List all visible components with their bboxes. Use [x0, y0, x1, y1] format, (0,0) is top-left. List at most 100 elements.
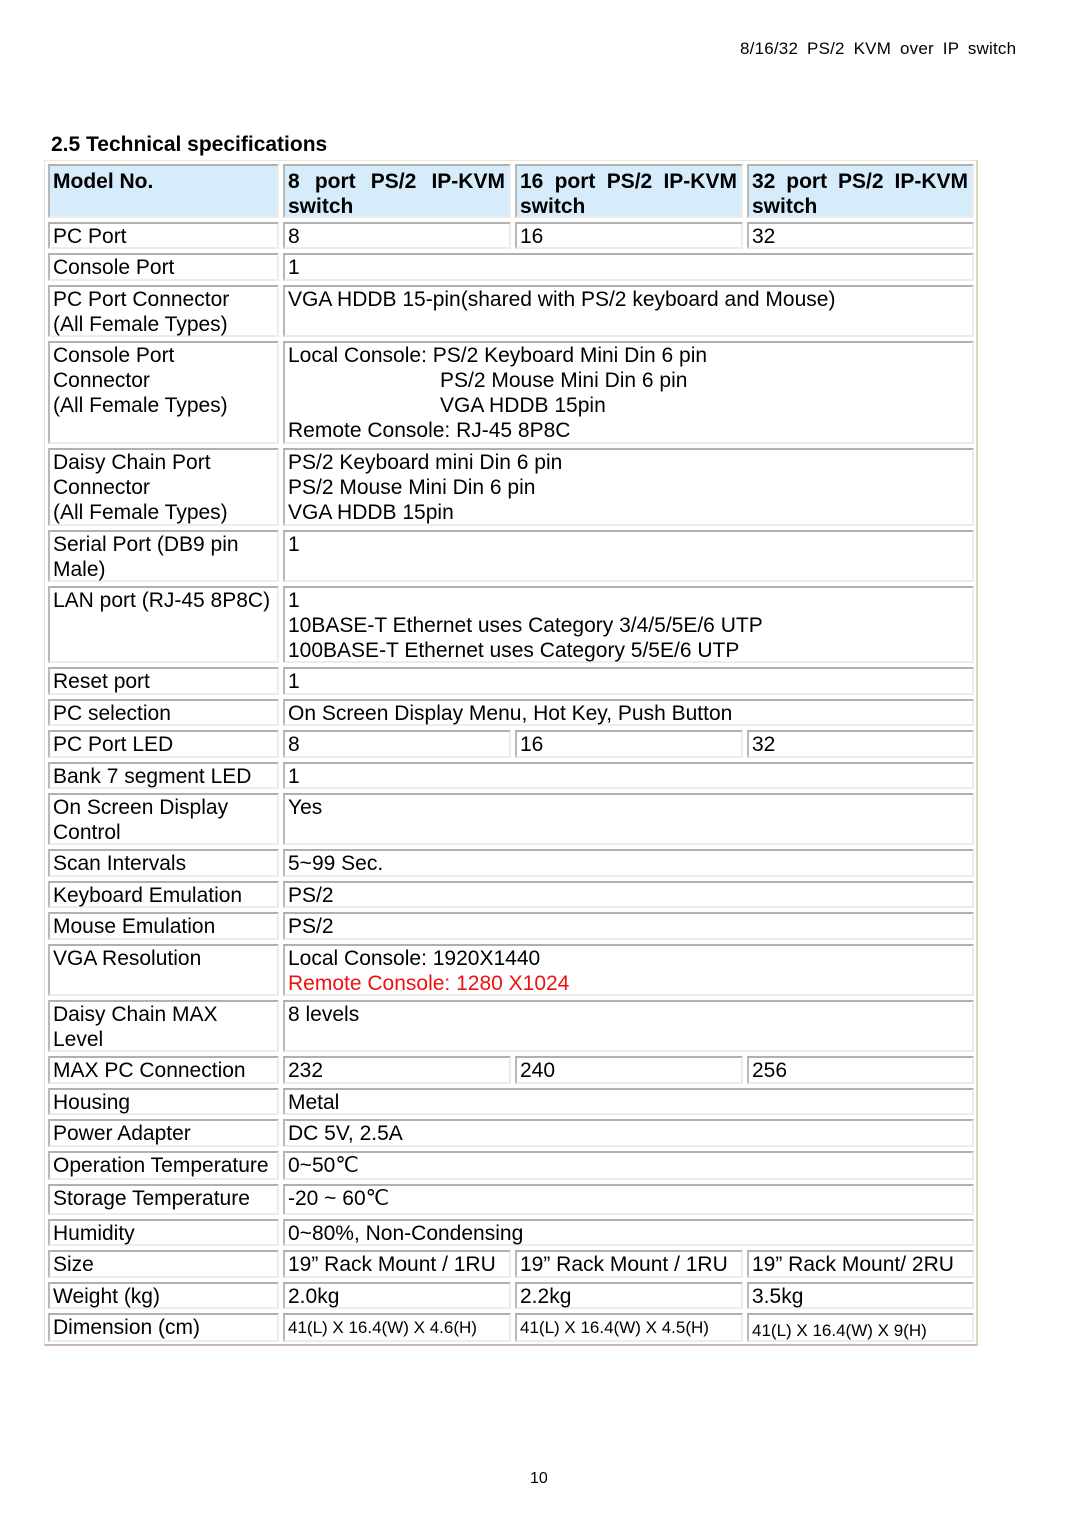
cell-line: 10BASE-T Ethernet uses Category 3/4/5/5E… — [288, 614, 763, 637]
cell-line: 32 — [752, 225, 776, 248]
header-model-word: IP-KVM — [431, 170, 505, 193]
cell-line: 41(L) X 16.4(W) X 4.5(H) — [520, 1318, 709, 1337]
row-value-cell: 2.0kg — [283, 1282, 511, 1309]
cell-line: (All Female Types) — [53, 501, 228, 524]
row-label-cell: Keyboard Emulation — [48, 881, 279, 908]
cell-line: 19” Rack Mount / 1RU — [288, 1253, 496, 1276]
cell-line: 240 — [520, 1059, 556, 1082]
header-model-word: IP-KVM — [894, 170, 968, 193]
cell-line: Model No. — [53, 170, 154, 193]
row-value-cell: 1 — [283, 253, 974, 281]
cell-line: Serial Port (DB9 pin — [53, 533, 239, 556]
cell-line: Connector — [53, 369, 150, 392]
row-value-cell: 41(L) X 16.4(W) X 9(H) — [747, 1313, 974, 1342]
row-label-cell: Mouse Emulation — [48, 912, 279, 940]
cell-line: Reset port — [53, 670, 150, 693]
cell-line: Daisy Chain MAX — [53, 1003, 218, 1026]
cell-line: Remote Console: RJ-45 8P8C — [288, 419, 571, 442]
header-model-cell: 8 port PS/2 IP-KVM switch — [283, 164, 511, 218]
header-model-word: port — [314, 170, 356, 193]
cell-line: (All Female Types) — [53, 313, 228, 336]
row-label-cell: Weight (kg) — [48, 1282, 279, 1309]
cell-line: VGA Resolution — [53, 947, 202, 970]
cell-line: 2.2kg — [520, 1285, 572, 1308]
cell-line: Daisy Chain Port — [53, 451, 211, 474]
header-model-line: 16 port PS/2 IP-KVM — [520, 169, 741, 194]
row-value-cell: PS/2 Keyboard mini Din 6 pin PS/2 Mouse M… — [283, 448, 974, 526]
cell-line: Yes — [288, 796, 323, 819]
cell-line: PC Port — [53, 225, 127, 248]
cell-line: Console Port — [53, 256, 175, 279]
cell-line: Connector — [53, 476, 150, 499]
cell-line: PS/2 Mouse Mini Din 6 pin — [288, 476, 536, 499]
section-title: 2.5 Technical specifications — [51, 133, 328, 156]
row-value-cell: Local Console: PS/2 Keyboard Mini Din 6 … — [283, 341, 974, 444]
row-label-cell: PC Port Connector (All Female Types) — [48, 285, 279, 337]
cell-line: Dimension (cm) — [53, 1316, 201, 1339]
cell-line: VGA HDDB 15pin — [440, 394, 606, 417]
row-label-cell: PC Port LED — [48, 730, 279, 758]
row-value-cell: 0~50℃ — [283, 1151, 974, 1180]
row-label-cell: Storage Temperature — [48, 1184, 279, 1215]
row-label-cell: Daisy Chain MAX Level — [48, 1000, 279, 1052]
cell-line: Scan Intervals — [53, 852, 187, 875]
cell-line: (All Female Types) — [53, 394, 228, 417]
cell-line: PS/2 — [288, 884, 334, 907]
cell-line: Storage Temperature — [53, 1187, 250, 1210]
cell-line: 232 — [288, 1059, 324, 1082]
cell-line: PS/2 Keyboard mini Din 6 pin — [288, 451, 563, 474]
cell-line: 8 — [288, 225, 300, 248]
row-value-cell: 1 — [283, 762, 974, 789]
header-model-word: PS/2 — [838, 170, 884, 193]
cell-line: 100BASE-T Ethernet uses Category 5/5E/6 … — [288, 639, 740, 662]
cell-line: On Screen Display Menu, Hot Key, Push Bu… — [288, 702, 733, 725]
row-value-cell: 8 — [283, 730, 511, 758]
row-value-cell: 32 — [747, 222, 974, 249]
row-value-cell: PS/2 — [283, 912, 974, 940]
row-value-cell: 8 — [283, 222, 511, 249]
row-value-cell: 2.2kg — [515, 1282, 743, 1309]
cell-line: PC Port LED — [53, 733, 174, 756]
cell-line: Bank 7 segment LED — [53, 765, 252, 788]
row-label-cell: Console Port Connector (All Female Types) — [48, 341, 279, 444]
cell-line: Weight (kg) — [53, 1285, 160, 1308]
row-value-cell: DC 5V, 2.5A — [283, 1119, 974, 1147]
row-label-cell: Humidity — [48, 1219, 279, 1246]
row-value-cell: 1 10BASE-T Ethernet uses Category 3/4/5/5… — [283, 586, 974, 663]
running-header: 8/16/32 PS/2 KVM over IP switch — [740, 39, 1017, 58]
row-value-cell: 1 — [283, 667, 974, 695]
cell-line: Remote Console: 1280 X1024 — [288, 972, 570, 995]
row-label-cell: Reset port — [48, 667, 279, 695]
cell-line: LAN port (RJ-45 8P8C) — [53, 589, 271, 612]
cell-line: 1 — [288, 533, 300, 556]
row-label-cell: VGA Resolution — [48, 944, 279, 996]
row-label-cell: PC selection — [48, 699, 279, 726]
cell-line: Male) — [53, 558, 106, 581]
row-label-cell: Dimension (cm) — [48, 1313, 279, 1342]
row-value-cell: 16 — [515, 730, 743, 758]
cell-line: MAX PC Connection — [53, 1059, 246, 1082]
cell-line: 1 — [288, 256, 300, 279]
header-model-cell: 16 port PS/2 IP-KVM switch — [515, 164, 743, 218]
cell-line: PC Port Connector — [53, 288, 230, 311]
cell-line: PC selection — [53, 702, 171, 725]
row-label-cell: On Screen Display Control — [48, 793, 279, 845]
row-label-cell: Scan Intervals — [48, 849, 279, 877]
cell-line: 19” Rack Mount/ 2RU — [752, 1253, 954, 1276]
cell-line: Power Adapter — [53, 1122, 191, 1145]
cell-line: 256 — [752, 1059, 788, 1082]
row-value-cell: On Screen Display Menu, Hot Key, Push Bu… — [283, 699, 974, 726]
cell-line: DC 5V, 2.5A — [288, 1122, 403, 1145]
row-label-cell: Bank 7 segment LED — [48, 762, 279, 789]
header-model-word: IP-KVM — [663, 170, 737, 193]
row-value-cell: 5~99 Sec. — [283, 849, 974, 877]
row-value-cell: 16 — [515, 222, 743, 249]
row-value-cell: Yes — [283, 793, 974, 845]
row-label-cell: PC Port — [48, 222, 279, 249]
row-label-cell: Operation Temperature — [48, 1151, 279, 1180]
header-model-word: PS/2 — [606, 170, 653, 193]
row-value-cell: Metal — [283, 1088, 974, 1115]
header-model-line: 8 port PS/2 IP-KVM — [288, 169, 509, 194]
row-value-cell: 41(L) X 16.4(W) X 4.6(H) — [283, 1313, 511, 1342]
cell-line: PS/2 Mouse Mini Din 6 pin — [440, 369, 688, 392]
